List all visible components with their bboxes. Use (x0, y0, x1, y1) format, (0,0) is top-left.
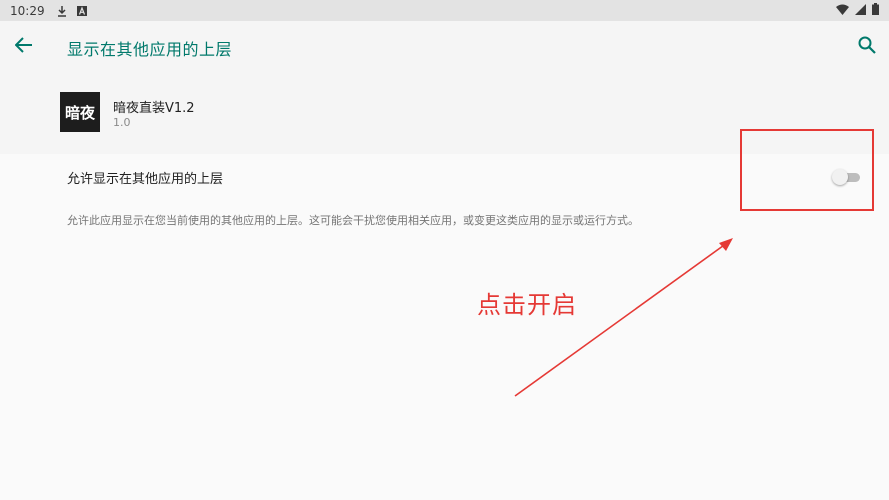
search-icon (858, 36, 876, 58)
permission-description: 允许此应用显示在您当前使用的其他应用的上层。这可能会干扰您使用相关应用，或变更这… (67, 214, 639, 227)
app-version: 1.0 (113, 116, 131, 129)
battery-icon (872, 3, 879, 18)
status-time: 10:29 (10, 3, 45, 18)
download-icon (57, 5, 67, 17)
annotation-text: 点击开启 (477, 291, 577, 319)
app-bar: 显示在其他应用的上层 (0, 21, 889, 73)
back-button[interactable] (12, 35, 36, 59)
wifi-icon (836, 4, 849, 18)
app-name: 暗夜直装V1.2 (113, 101, 195, 116)
page-title: 显示在其他应用的上层 (67, 40, 233, 59)
a-icon (76, 5, 87, 16)
search-button[interactable] (855, 35, 879, 59)
overlay-permission-label: 允许显示在其他应用的上层 (67, 172, 224, 187)
arrow-back-icon (14, 37, 33, 57)
app-icon: 暗夜 (60, 92, 100, 132)
status-bar: 10:29 (0, 0, 889, 21)
app-icon-text: 暗夜 (64, 103, 95, 122)
signal-icon (855, 3, 866, 18)
status-right (836, 3, 879, 18)
highlight-box (740, 129, 874, 211)
